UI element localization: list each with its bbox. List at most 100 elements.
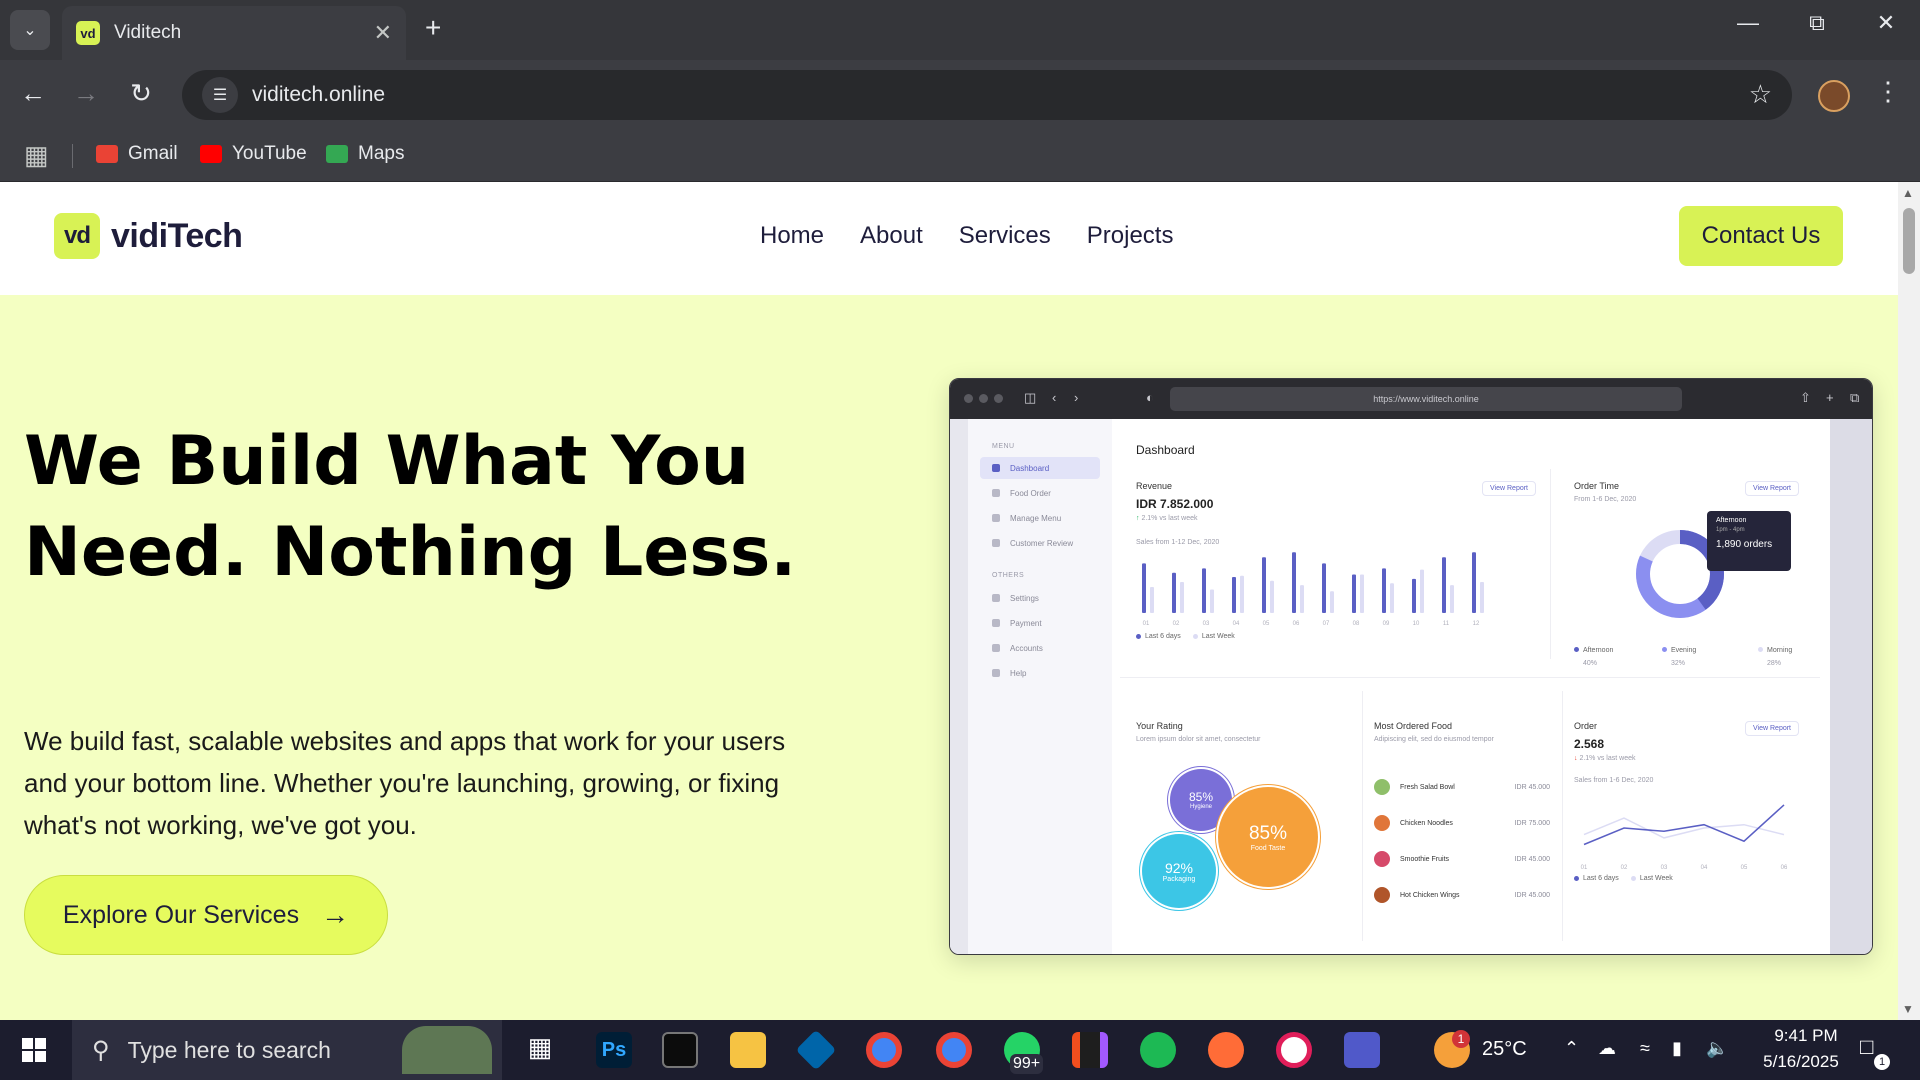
chrome-icon[interactable] xyxy=(866,1032,902,1068)
revenue-bar-last6 xyxy=(1442,557,1446,613)
chevron-right-icon: › xyxy=(1074,390,1079,405)
revenue-bar-last6 xyxy=(1232,577,1236,613)
order-legend: Last 6 days Last Week xyxy=(1574,875,1673,882)
bookmark-youtube[interactable]: YouTube xyxy=(200,143,307,165)
legend-dot xyxy=(1574,876,1579,881)
revenue-bar-last6 xyxy=(1172,572,1176,613)
legend-dot xyxy=(1662,647,1667,652)
legend-dot xyxy=(1136,634,1141,639)
close-window-button[interactable]: ✕ xyxy=(1866,10,1906,36)
rating-food-taste-bubble: 85% Food Taste xyxy=(1218,787,1318,887)
bookmark-maps[interactable]: Maps xyxy=(326,143,404,165)
apps-grid-icon[interactable]: ▦ xyxy=(24,140,49,171)
hero-description: We build fast, scalable websites and app… xyxy=(24,726,786,840)
menu-label: Manage Menu xyxy=(1010,513,1062,523)
nav-services[interactable]: Services xyxy=(959,222,1051,250)
volume-icon[interactable]: 🔈 xyxy=(1706,1038,1728,1059)
wifi-icon[interactable]: ≈ xyxy=(1640,1038,1650,1059)
site-info-icon[interactable]: ☰ xyxy=(202,77,238,113)
rating-subtitle: Lorem ipsum dolor sit amet, consectetur xyxy=(1136,736,1261,743)
scroll-down-icon[interactable]: ▼ xyxy=(1902,1002,1914,1016)
order-time-view-report: View Report xyxy=(1745,481,1800,496)
revenue-tick-label: 03 xyxy=(1203,621,1210,627)
hero-title: We Build What You Need. Nothing Less. xyxy=(24,422,797,592)
legend-pct: 32% xyxy=(1671,660,1686,667)
revenue-bar-lastweek xyxy=(1240,575,1244,613)
menu-food-order: Food Order xyxy=(980,482,1100,504)
task-view-icon[interactable]: ▦ xyxy=(522,1032,558,1068)
scroll-thumb[interactable] xyxy=(1903,208,1915,274)
sidebar-toggle-icon: ◫ xyxy=(1024,390,1037,405)
battery-icon[interactable]: ▮ xyxy=(1672,1038,1682,1059)
gear-icon xyxy=(992,594,1000,602)
food-thumbnail xyxy=(1374,851,1390,867)
spotify-icon[interactable] xyxy=(1140,1032,1176,1068)
tab-search-button[interactable]: ⌄ xyxy=(10,10,50,50)
profile-avatar[interactable] xyxy=(1818,80,1850,112)
bookmark-star-icon[interactable]: ☆ xyxy=(1749,79,1772,110)
slack-icon[interactable] xyxy=(1276,1032,1312,1068)
legend-label: Afternoon xyxy=(1583,647,1614,654)
taskbar-search[interactable]: ⚲ Type here to search xyxy=(72,1020,502,1080)
teams-icon[interactable] xyxy=(1344,1032,1380,1068)
chrome-active-icon[interactable] xyxy=(936,1032,972,1068)
address-bar[interactable]: ☰ viditech.online ☆ xyxy=(182,70,1792,120)
contact-us-button[interactable]: Contact Us xyxy=(1679,206,1843,266)
page-scrollbar[interactable]: ▲ ▼ xyxy=(1898,182,1920,1020)
chevron-up-icon[interactable]: ⌃ xyxy=(1564,1038,1579,1059)
figma-icon[interactable] xyxy=(1072,1032,1108,1068)
file-explorer-icon[interactable] xyxy=(730,1032,766,1068)
revenue-bar-lastweek xyxy=(1420,569,1424,613)
forward-button[interactable]: → xyxy=(66,78,106,109)
tab-viditech[interactable]: vd Viditech ✕ xyxy=(62,6,406,60)
menu-heading: MENU xyxy=(992,443,1015,450)
legend-label: Last Week xyxy=(1639,875,1673,882)
revenue-title: Revenue xyxy=(1136,481,1173,491)
url-text[interactable]: viditech.online xyxy=(252,83,385,107)
clock-time[interactable]: 9:41 PM xyxy=(1756,1026,1856,1046)
vscode-icon[interactable] xyxy=(795,1029,837,1071)
close-tab-icon[interactable]: ✕ xyxy=(374,20,392,46)
window-dot xyxy=(979,394,988,403)
explore-services-button[interactable]: Explore Our Services → xyxy=(24,875,388,955)
clock-date[interactable]: 5/16/2025 xyxy=(1746,1052,1856,1072)
menu-customer-review: Customer Review xyxy=(980,532,1100,554)
rating-packaging-bubble: 92% Packaging xyxy=(1142,834,1216,908)
legend-label: Last Week xyxy=(1201,633,1235,640)
postman-icon[interactable] xyxy=(1208,1032,1244,1068)
revenue-bar-last6 xyxy=(1352,574,1356,613)
bookmark-gmail[interactable]: Gmail xyxy=(96,143,178,165)
revenue-value: IDR 7.852.000 xyxy=(1136,497,1214,511)
nav-about[interactable]: About xyxy=(860,222,923,250)
terminal-icon[interactable] xyxy=(662,1032,698,1068)
revenue-bar-last6 xyxy=(1322,563,1326,613)
order-time-subtitle: From 1-6 Dec, 2020 xyxy=(1574,496,1637,503)
mockup-right-edge xyxy=(1830,419,1872,954)
photoshop-icon[interactable]: Ps xyxy=(596,1032,632,1068)
revenue-tick-label: 11 xyxy=(1443,621,1450,627)
minimize-button[interactable]: — xyxy=(1728,10,1768,36)
revenue-bar-lastweek xyxy=(1300,585,1304,613)
mockup-url: https://www.viditech.online xyxy=(1170,387,1682,411)
reload-button[interactable]: ↻ xyxy=(121,78,161,109)
notification-icon[interactable]: □ xyxy=(1860,1034,1873,1060)
revenue-tick-label: 08 xyxy=(1353,621,1360,627)
restore-button[interactable]: ⧉ xyxy=(1797,10,1837,36)
windows-start-icon[interactable] xyxy=(22,1038,46,1062)
legend-morning: Morning 28% xyxy=(1758,647,1792,667)
revenue-bar-last6 xyxy=(1412,578,1416,613)
nav-home[interactable]: Home xyxy=(760,222,824,250)
back-button[interactable]: ← xyxy=(13,78,53,109)
scroll-up-icon[interactable]: ▲ xyxy=(1902,186,1914,200)
new-tab-button[interactable]: + xyxy=(425,12,441,44)
arrow-up-icon: ↑ xyxy=(1136,515,1140,522)
order-time-tooltip: Afternoon 1pm - 4pm 1,890 orders xyxy=(1707,511,1791,571)
site-logo[interactable]: vd vidiTech xyxy=(54,213,243,259)
food-price: IDR 45.000 xyxy=(1514,891,1550,899)
order-line-last6 xyxy=(1583,804,1785,846)
menu-kebab-icon[interactable]: ⋮ xyxy=(1875,76,1901,107)
weather-temp[interactable]: 25°C xyxy=(1482,1038,1527,1061)
nav-projects[interactable]: Projects xyxy=(1087,222,1174,250)
plus-icon: + xyxy=(1826,390,1834,405)
onedrive-icon[interactable]: ☁ xyxy=(1598,1038,1616,1059)
